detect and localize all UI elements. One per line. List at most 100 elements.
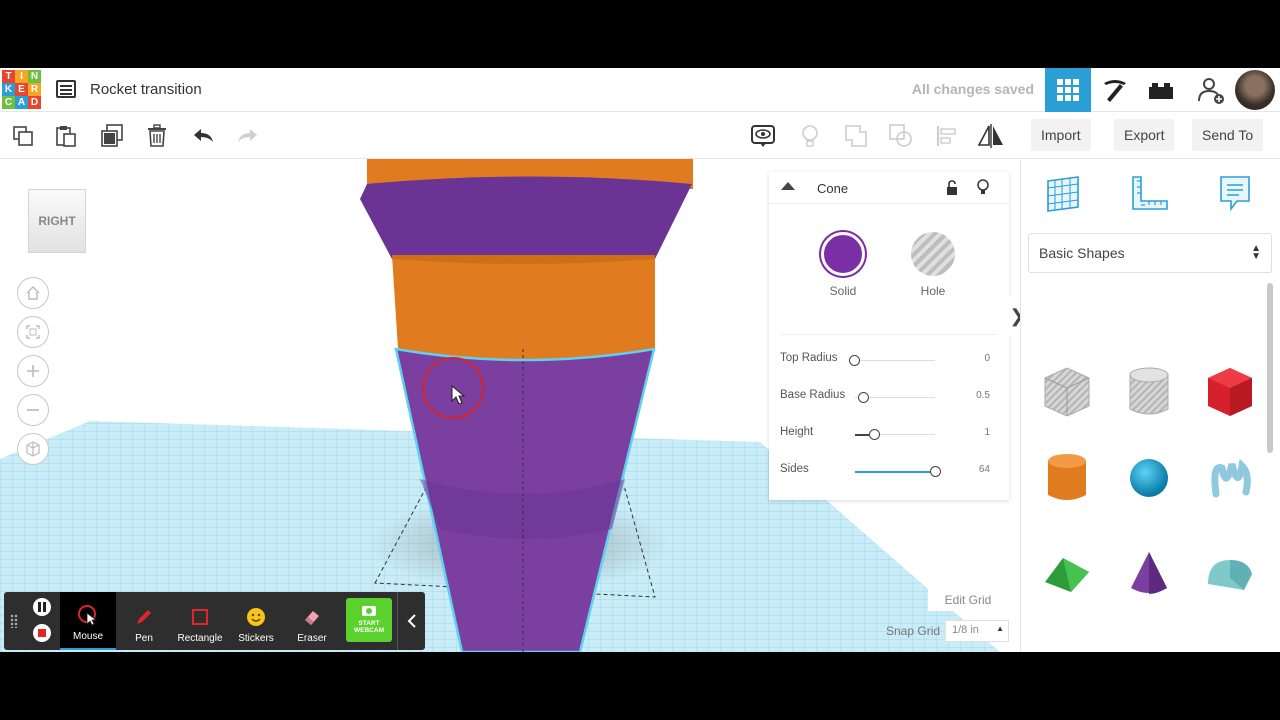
top-radius-slider-thumb[interactable] [849,355,860,366]
pause-icon [38,602,46,612]
purple-frustum-top[interactable] [360,176,692,260]
recorder-rectangle-tool[interactable]: Rectangle [172,592,228,650]
start-webcam-button[interactable]: START WEBCAM [346,598,392,642]
shape-round-roof[interactable] [1200,539,1260,609]
collapse-recorder-button[interactable] [397,592,425,650]
align-icon [937,126,956,146]
shape-roof[interactable] [1037,539,1097,609]
ruler-tool-button[interactable] [1127,171,1171,215]
recorder-eraser-tool[interactable]: Eraser [284,592,340,650]
undo-button[interactable] [189,121,219,151]
pickaxe-icon [1104,80,1126,102]
zoom-in-button[interactable] [17,355,49,387]
lock-icon[interactable] [945,180,959,196]
3d-view-button[interactable] [1045,68,1091,112]
send-to-button[interactable]: Send To [1192,119,1264,151]
polygon-icon [1123,650,1175,652]
hole-swatch[interactable] [911,232,955,276]
solid-label: Solid [829,284,857,298]
drag-handle-icon[interactable] [10,614,18,628]
show-all-button[interactable] [748,121,778,151]
collapse-inspector-icon[interactable] [781,182,795,190]
save-status: All changes saved [911,81,1034,97]
shape-box-hole[interactable] [1037,357,1097,427]
redo-button[interactable] [232,121,262,151]
shape-cylinder[interactable] [1037,443,1097,513]
zoom-out-button[interactable] [17,394,49,426]
chevron-left-icon [407,614,416,628]
delete-button[interactable] [142,121,172,151]
height-param: Height 1 [780,426,990,440]
solid-color-swatch[interactable] [821,232,865,276]
shape-inspector: Cone Solid Hole Top Radius 0 Base Radius… [769,172,1009,500]
align-button[interactable] [931,121,961,151]
view-cube[interactable]: RIGHT [28,189,86,253]
workplane-tool-button[interactable] [1041,171,1085,215]
minus-icon [27,409,39,411]
design-list-icon[interactable] [56,80,76,98]
shapes-scrollbar[interactable] [1267,283,1273,453]
roof-icon [1045,558,1089,592]
recorder-mouse-tool[interactable]: Mouse [60,592,116,650]
snap-grid-select[interactable]: 1/8 in ▲ [945,620,1009,642]
shape-sphere[interactable] [1119,443,1179,513]
scribble-icon [1211,458,1251,498]
shape-text[interactable]: TEXT [1037,637,1097,652]
shape-box[interactable] [1200,357,1260,427]
home-view-button[interactable] [17,277,49,309]
design-title[interactable]: Rocket transition [90,81,202,98]
ruler-icon [1132,176,1168,210]
height-slider-thumb[interactable] [869,429,880,440]
group-icon [845,125,867,147]
recorder-stickers-tool[interactable]: Stickers [228,592,284,650]
header: T I N K E R C A D Rocket transition All … [0,68,1280,112]
bricks-view-button[interactable] [1138,68,1184,112]
paste-button[interactable] [51,121,81,151]
workplane-viewport[interactable]: RIGHT Cone Solid Hole Top Radius 0 Base … [0,159,1020,652]
perspective-button[interactable] [17,433,49,465]
blocks-view-button[interactable] [1092,68,1138,112]
shape-cone[interactable] [1119,539,1179,609]
cube-icon [26,441,40,457]
paste-icon [56,126,76,147]
cursor-circle-icon [78,605,98,626]
pause-button[interactable] [33,598,51,616]
copy-icon [13,126,33,146]
inspector-divider [780,334,998,335]
duplicate-button[interactable] [97,121,127,151]
smiley-icon [247,608,265,626]
user-avatar[interactable] [1235,70,1275,110]
lightbulb-icon[interactable] [976,179,990,197]
dropdown-arrows-icon: ▲ ▼ [1251,243,1261,262]
top-radius-slider[interactable] [855,360,935,361]
shape-pyramid[interactable] [1200,637,1260,652]
fit-view-button[interactable] [17,316,49,348]
shapes-panel: Basic Shapes ▲ ▼ [1020,159,1280,652]
shape-scribble[interactable] [1200,443,1260,513]
orange-cylinder-middle[interactable] [392,255,655,360]
hole-label: Hole [920,284,946,298]
notes-tool-button[interactable] [1213,171,1257,215]
tinkercad-logo[interactable]: T I N K E R C A D [2,70,42,110]
hide-button[interactable] [795,121,825,151]
stop-button[interactable] [33,624,51,642]
copy-button[interactable] [8,121,38,151]
ungroup-button[interactable] [886,121,916,151]
shape-category-select[interactable]: Basic Shapes ▲ ▼ [1028,233,1272,273]
fit-icon [26,325,40,339]
top-radius-param: Top Radius 0 [780,352,990,366]
export-button[interactable]: Export [1114,119,1175,151]
sides-slider-thumb[interactable] [930,466,941,477]
shape-cylinder-hole[interactable] [1119,357,1179,427]
shape-polygon[interactable] [1119,637,1179,652]
group-button[interactable] [841,121,871,151]
pen-icon [137,610,151,624]
screen-recorder-bar: Mouse Pen Rectangle Stickers Eraser STAR… [4,592,425,650]
redo-icon [238,129,257,142]
import-button[interactable]: Import [1031,119,1091,151]
recorder-pen-tool[interactable]: Pen [116,592,172,650]
base-radius-slider-thumb[interactable] [858,392,869,403]
add-user-button[interactable] [1188,68,1234,112]
mirror-button[interactable] [976,121,1006,151]
edit-grid-button[interactable]: Edit Grid [928,589,1008,611]
